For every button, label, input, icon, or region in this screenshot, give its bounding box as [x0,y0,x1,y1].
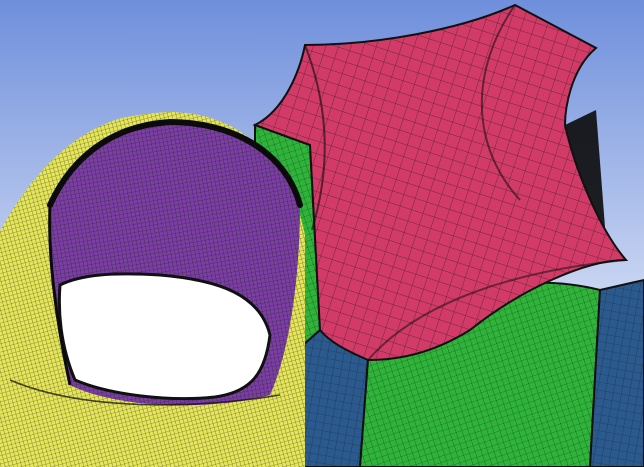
mesh-scene[interactable] [0,0,644,467]
block-side-blue-right[interactable] [588,278,644,467]
graphics-viewport[interactable] [0,0,644,467]
